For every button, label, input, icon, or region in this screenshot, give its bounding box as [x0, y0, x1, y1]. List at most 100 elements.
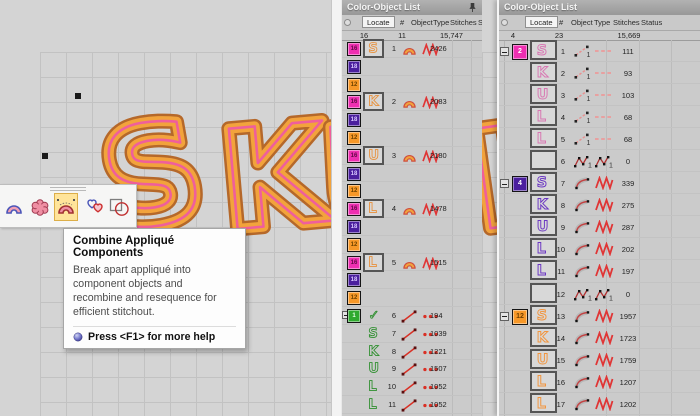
color-object-row[interactable]: L 10 202 [499, 238, 700, 260]
color-object-row[interactable]: 16 L 5 1515 [342, 254, 482, 272]
svg-text:S: S [537, 43, 547, 59]
panel-options-icon[interactable] [344, 19, 351, 26]
color-object-row[interactable]: L 17 1202 [499, 393, 700, 415]
panel-title-bar[interactable]: Color-Object List [342, 0, 482, 15]
weld-shapes-button[interactable] [107, 193, 131, 221]
color-object-row[interactable]: 12 [342, 182, 482, 200]
selection-handle[interactable] [75, 93, 81, 99]
color-chip[interactable]: 18 [347, 167, 361, 181]
object-thumbnail-icon: L [364, 253, 385, 271]
color-object-row[interactable]: U 9 1507 [342, 360, 482, 378]
stitch-count: 1478 [430, 204, 447, 213]
selection-handle[interactable] [42, 153, 48, 159]
color-object-row[interactable]: L 10 1052 [342, 378, 482, 396]
color-object-row[interactable]: K 8 275 [499, 194, 700, 216]
color-chip[interactable]: 18 [347, 60, 361, 74]
stitch-count: 339 [609, 179, 647, 188]
color-object-row[interactable]: 12 0 [499, 283, 700, 305]
color-chip[interactable]: 16 [347, 95, 361, 109]
color-object-row[interactable]: 18 [342, 271, 482, 289]
object-number: 12 [547, 290, 565, 299]
stitch-count: 275 [609, 201, 647, 210]
color-object-row[interactable]: K 14 1723 [499, 327, 700, 349]
color-chip[interactable]: 1 [347, 309, 361, 323]
stitch-count: 1221 [430, 347, 447, 356]
tooltip-title: Combine Appliqué Components [73, 235, 236, 259]
color-object-row[interactable]: 12 [342, 129, 482, 147]
stitch-count: 68 [609, 135, 647, 144]
color-object-row[interactable]: 12 [342, 236, 482, 254]
color-object-row[interactable]: 4 S 7 339 [499, 172, 700, 194]
color-object-row[interactable]: 1 ✓ 6 194 [342, 307, 482, 325]
color-object-row[interactable]: L 11 197 [499, 260, 700, 282]
color-object-row[interactable]: U 9 287 [499, 216, 700, 238]
color-object-row[interactable]: U 3 103 [499, 84, 700, 106]
color-chip[interactable]: 16 [347, 256, 361, 270]
overlap-hearts-button[interactable] [82, 193, 106, 221]
color-object-row[interactable]: U 15 1759 [499, 349, 700, 371]
color-chip[interactable]: 16 [347, 42, 361, 56]
column-stitches: Stitches [613, 18, 640, 27]
panel-title-bar[interactable]: Color-Object List [499, 0, 700, 15]
color-object-row[interactable]: 12 [342, 76, 482, 94]
applique-arch-button[interactable] [2, 193, 26, 221]
column-object: Object [411, 18, 433, 27]
color-object-row[interactable]: L 4 68 [499, 106, 700, 128]
color-object-row[interactable]: 16 U 3 2180 [342, 147, 482, 165]
object-list: 16 S 1 2426 18 12 16 K 2 2 [342, 40, 482, 416]
color-chip[interactable]: 12 [347, 291, 361, 305]
color-object-row[interactable]: 18 [342, 111, 482, 129]
color-object-row[interactable]: 12 [342, 289, 482, 307]
color-object-row[interactable]: 2 S 1 111 [499, 40, 700, 62]
color-chip[interactable]: 12 [347, 184, 361, 198]
color-chip[interactable]: 18 [347, 220, 361, 234]
color-object-row[interactable]: K 2 93 [499, 62, 700, 84]
locate-column-button[interactable]: Locate [362, 16, 395, 28]
pin-icon[interactable] [468, 2, 477, 13]
color-chip[interactable]: 16 [347, 149, 361, 163]
color-object-row[interactable]: 12 S 13 1957 [499, 305, 700, 327]
color-object-row[interactable]: L 16 1207 [499, 371, 700, 393]
color-object-row[interactable]: 18 [342, 58, 482, 76]
color-chip[interactable]: 12 [512, 309, 528, 325]
color-object-row[interactable]: 16 K 2 2083 [342, 93, 482, 111]
object-thumbnail-icon: U [364, 146, 385, 164]
collapse-toggle[interactable] [500, 179, 509, 188]
color-object-row[interactable]: L 11 1052 [342, 396, 482, 414]
combine-applique-components-button[interactable] [54, 193, 78, 221]
object-kind-icon [400, 328, 419, 341]
svg-text:U: U [537, 351, 549, 367]
color-chip[interactable]: 18 [347, 113, 361, 127]
color-chip[interactable]: 12 [347, 238, 361, 252]
color-object-row[interactable]: 16 S 1 2426 [342, 40, 482, 58]
total-stitches: 15,747 [440, 31, 474, 40]
collapse-toggle[interactable] [500, 47, 509, 56]
color-chip[interactable]: 12 [347, 131, 361, 145]
object-thumbnail-icon: S [364, 39, 385, 57]
color-chip[interactable]: 12 [347, 78, 361, 92]
stitch-count: 194 [430, 311, 443, 320]
svg-text:S: S [368, 326, 377, 341]
stitch-count: 1052 [430, 382, 447, 391]
svg-text:✓: ✓ [368, 308, 379, 323]
object-list: 2 S 1 111 K 2 93 U 3 103 L [499, 40, 700, 416]
color-object-row[interactable]: 18 [342, 165, 482, 183]
object-thumbnail-icon: S [532, 173, 555, 191]
color-object-row[interactable]: K 8 1221 [342, 343, 482, 361]
flower-shape-button[interactable] [28, 193, 52, 221]
color-object-row[interactable]: S 7 1039 [342, 325, 482, 343]
color-object-row[interactable]: 18 [342, 218, 482, 236]
object-kind-icon [400, 43, 419, 56]
color-chip[interactable]: 4 [512, 176, 528, 192]
column-status: Status [478, 18, 482, 27]
color-chip[interactable]: 18 [347, 273, 361, 287]
color-object-row[interactable]: L 5 68 [499, 128, 700, 150]
locate-column-button[interactable]: Locate [525, 16, 558, 28]
object-thumbnail-icon: L [532, 372, 555, 390]
color-object-row[interactable]: 16 L 4 1478 [342, 200, 482, 218]
color-object-row[interactable]: 6 0 [499, 150, 700, 172]
collapse-toggle[interactable] [500, 312, 509, 321]
color-chip[interactable]: 16 [347, 202, 361, 216]
panel-options-icon[interactable] [501, 19, 508, 26]
color-chip[interactable]: 2 [512, 44, 528, 60]
